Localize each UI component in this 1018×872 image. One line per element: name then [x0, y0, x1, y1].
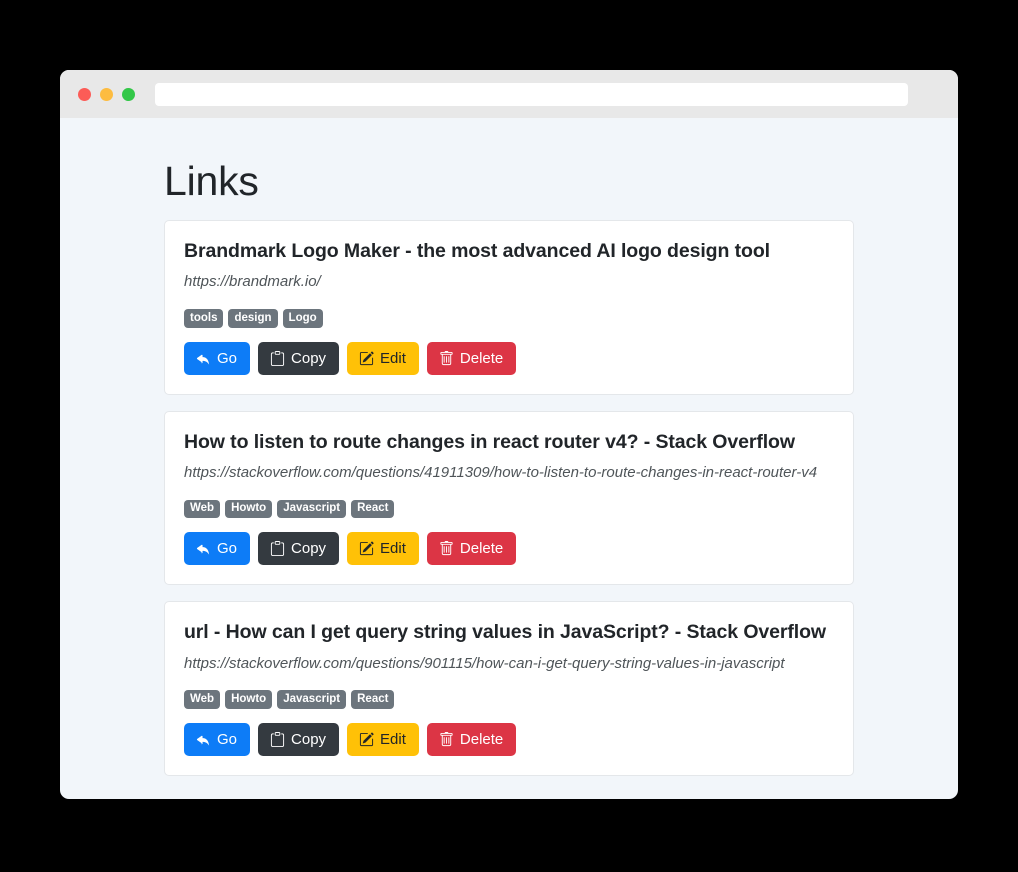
edit-button-1[interactable]: Edit — [347, 532, 419, 566]
delete-button-label: Delete — [459, 349, 504, 367]
copy-button-2[interactable]: Copy — [258, 722, 340, 756]
minimize-window-button[interactable] — [100, 87, 113, 101]
action-button-row: Go Copy Edit Delete — [184, 722, 834, 756]
link-url: https://stackoverflow.com/questions/4191… — [184, 463, 818, 481]
tag-row: tools design Logo — [184, 309, 834, 328]
go-button-label: Go — [217, 540, 238, 558]
browser-window: Links Brandmark Logo Maker - the most ad… — [60, 70, 958, 799]
reply-arrow-icon — [196, 732, 211, 747]
tag-badge[interactable]: React — [351, 499, 395, 519]
link-url: https://stackoverflow.com/questions/9011… — [184, 654, 785, 672]
edit-button-0[interactable]: Edit — [347, 341, 419, 375]
page-content: Links Brandmark Logo Maker - the most ad… — [60, 118, 958, 799]
tag-badge[interactable]: Web — [184, 499, 221, 519]
copy-button-1[interactable]: Copy — [258, 532, 340, 566]
copy-button-label: Copy — [291, 730, 327, 748]
tag-badge[interactable]: Logo — [282, 309, 323, 328]
pencil-square-icon — [359, 732, 374, 747]
link-card-0: Brandmark Logo Maker - the most advanced… — [164, 220, 854, 395]
close-window-button[interactable] — [78, 87, 91, 101]
trash-icon — [439, 541, 454, 556]
delete-button-0[interactable]: Delete — [426, 341, 517, 375]
edit-button-label: Edit — [380, 349, 406, 367]
maximize-window-button[interactable] — [122, 87, 135, 101]
action-button-row: Go Copy Edit Delete — [184, 341, 834, 375]
tag-badge[interactable]: Howto — [225, 499, 273, 519]
tag-badge[interactable]: Howto — [225, 690, 273, 709]
page-title: Links — [164, 158, 259, 204]
go-button-label: Go — [217, 730, 238, 748]
tag-badge[interactable]: tools — [184, 309, 224, 328]
address-bar-input[interactable] — [155, 82, 908, 106]
action-button-row: Go Copy Edit Delete — [184, 532, 834, 566]
copy-button-0[interactable]: Copy — [258, 341, 340, 375]
link-title: Brandmark Logo Maker - the most advanced… — [184, 240, 770, 262]
edit-button-2[interactable]: Edit — [347, 722, 419, 756]
link-card-2: url - How can I get query string values … — [164, 601, 854, 776]
edit-button-label: Edit — [380, 730, 406, 748]
link-card-1: How to listen to route changes in react … — [164, 410, 854, 586]
go-button-1[interactable]: Go — [184, 532, 251, 566]
traffic-lights — [78, 87, 135, 101]
link-url: https://brandmark.io/ — [184, 273, 321, 291]
delete-button-label: Delete — [459, 540, 504, 558]
links-list: Brandmark Logo Maker - the most advanced… — [164, 220, 854, 776]
pencil-square-icon — [359, 351, 374, 366]
delete-button-label: Delete — [459, 730, 504, 748]
trash-icon — [439, 731, 454, 747]
link-title: How to listen to route changes in react … — [184, 430, 795, 453]
reply-arrow-icon — [196, 351, 211, 366]
trash-icon — [439, 350, 454, 366]
pencil-square-icon — [359, 541, 374, 556]
tag-badge[interactable]: Javascript — [277, 690, 347, 709]
link-title: url - How can I get query string values … — [184, 621, 826, 644]
browser-chrome — [60, 70, 958, 118]
copy-button-label: Copy — [291, 540, 327, 558]
delete-button-1[interactable]: Delete — [426, 532, 517, 566]
go-button-2[interactable]: Go — [184, 722, 251, 756]
copy-icon — [270, 731, 285, 747]
go-button-label: Go — [217, 349, 238, 367]
copy-button-label: Copy — [291, 349, 327, 367]
tag-badge[interactable]: Javascript — [277, 499, 347, 519]
go-button-0[interactable]: Go — [184, 341, 251, 375]
tag-row: Web Howto Javascript React — [184, 690, 834, 709]
delete-button-2[interactable]: Delete — [426, 722, 517, 756]
copy-icon — [270, 541, 285, 557]
tag-badge[interactable]: Web — [184, 690, 221, 709]
edit-button-label: Edit — [380, 540, 406, 558]
tag-badge[interactable]: design — [228, 309, 278, 328]
tag-badge[interactable]: React — [351, 690, 395, 709]
reply-arrow-icon — [196, 541, 211, 556]
tag-row: Web Howto Javascript React — [184, 499, 834, 519]
copy-icon — [270, 350, 285, 366]
